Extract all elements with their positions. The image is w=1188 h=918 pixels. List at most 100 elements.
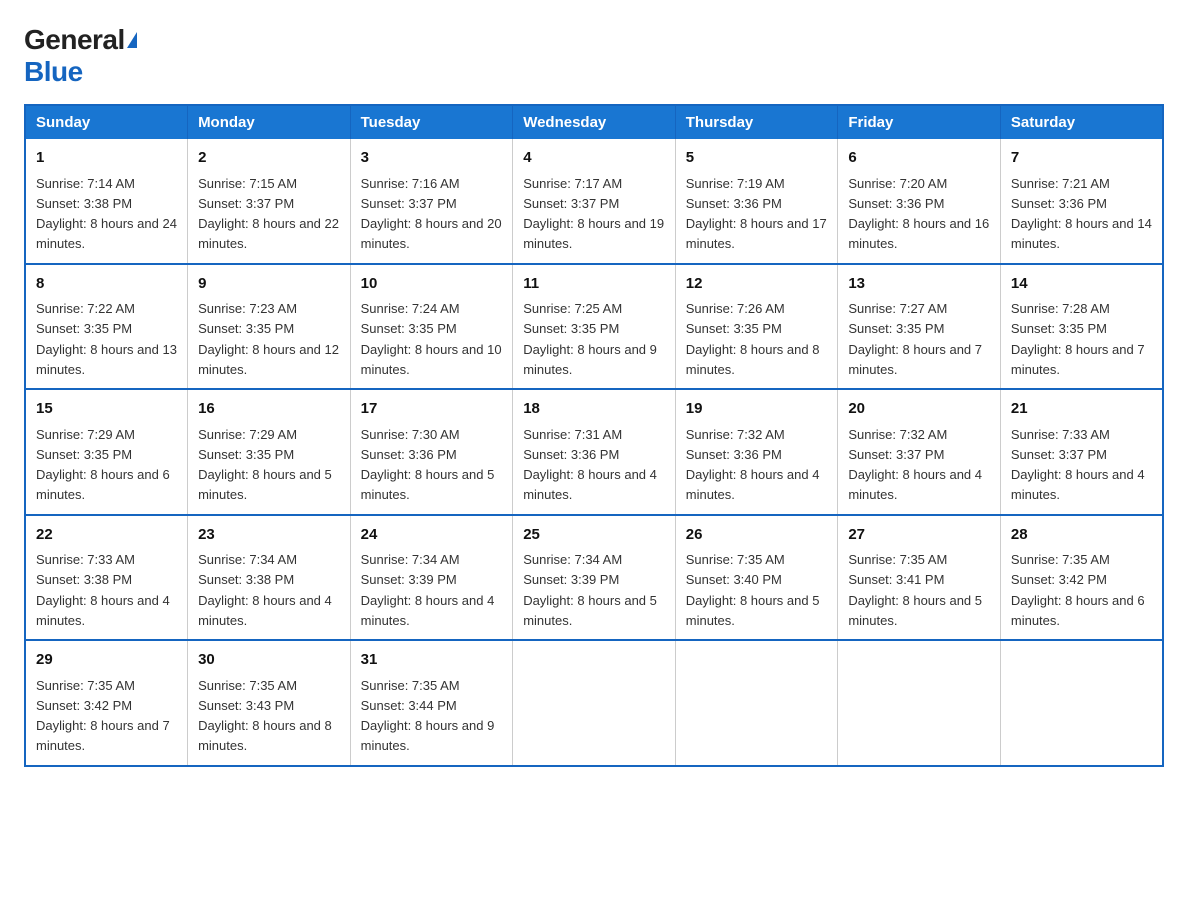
- day-number: 3: [361, 147, 503, 170]
- day-number: 19: [686, 398, 828, 421]
- day-number: 4: [523, 147, 665, 170]
- day-number: 13: [848, 273, 990, 296]
- calendar-cell: 25 Sunrise: 7:34 AMSunset: 3:39 PMDaylig…: [513, 515, 676, 641]
- week-row-5: 29 Sunrise: 7:35 AMSunset: 3:42 PMDaylig…: [25, 640, 1163, 766]
- day-info: Sunrise: 7:15 AMSunset: 3:37 PMDaylight:…: [198, 176, 339, 252]
- day-info: Sunrise: 7:34 AMSunset: 3:38 PMDaylight:…: [198, 552, 332, 628]
- day-info: Sunrise: 7:21 AMSunset: 3:36 PMDaylight:…: [1011, 176, 1152, 252]
- day-number: 20: [848, 398, 990, 421]
- calendar-cell: 19 Sunrise: 7:32 AMSunset: 3:36 PMDaylig…: [675, 389, 838, 515]
- day-info: Sunrise: 7:35 AMSunset: 3:44 PMDaylight:…: [361, 678, 495, 754]
- day-number: 25: [523, 524, 665, 547]
- day-number: 7: [1011, 147, 1152, 170]
- calendar-cell: [1000, 640, 1163, 766]
- calendar-cell: 1 Sunrise: 7:14 AMSunset: 3:38 PMDayligh…: [25, 139, 188, 264]
- day-info: Sunrise: 7:28 AMSunset: 3:35 PMDaylight:…: [1011, 301, 1145, 377]
- calendar-cell: 3 Sunrise: 7:16 AMSunset: 3:37 PMDayligh…: [350, 139, 513, 264]
- day-info: Sunrise: 7:33 AMSunset: 3:38 PMDaylight:…: [36, 552, 170, 628]
- day-info: Sunrise: 7:25 AMSunset: 3:35 PMDaylight:…: [523, 301, 657, 377]
- calendar-cell: 16 Sunrise: 7:29 AMSunset: 3:35 PMDaylig…: [188, 389, 351, 515]
- calendar-cell: 24 Sunrise: 7:34 AMSunset: 3:39 PMDaylig…: [350, 515, 513, 641]
- col-sunday: Sunday: [25, 105, 188, 139]
- calendar-cell: 22 Sunrise: 7:33 AMSunset: 3:38 PMDaylig…: [25, 515, 188, 641]
- day-number: 5: [686, 147, 828, 170]
- day-info: Sunrise: 7:20 AMSunset: 3:36 PMDaylight:…: [848, 176, 989, 252]
- day-info: Sunrise: 7:34 AMSunset: 3:39 PMDaylight:…: [523, 552, 657, 628]
- calendar-cell: 21 Sunrise: 7:33 AMSunset: 3:37 PMDaylig…: [1000, 389, 1163, 515]
- calendar-cell: 23 Sunrise: 7:34 AMSunset: 3:38 PMDaylig…: [188, 515, 351, 641]
- calendar-cell: 7 Sunrise: 7:21 AMSunset: 3:36 PMDayligh…: [1000, 139, 1163, 264]
- day-number: 16: [198, 398, 340, 421]
- calendar-cell: 9 Sunrise: 7:23 AMSunset: 3:35 PMDayligh…: [188, 264, 351, 390]
- day-number: 11: [523, 273, 665, 296]
- calendar-cell: [838, 640, 1001, 766]
- calendar-cell: 13 Sunrise: 7:27 AMSunset: 3:35 PMDaylig…: [838, 264, 1001, 390]
- calendar-cell: 26 Sunrise: 7:35 AMSunset: 3:40 PMDaylig…: [675, 515, 838, 641]
- day-number: 18: [523, 398, 665, 421]
- col-wednesday: Wednesday: [513, 105, 676, 139]
- day-info: Sunrise: 7:19 AMSunset: 3:36 PMDaylight:…: [686, 176, 827, 252]
- day-number: 14: [1011, 273, 1152, 296]
- day-info: Sunrise: 7:27 AMSunset: 3:35 PMDaylight:…: [848, 301, 982, 377]
- calendar-cell: 17 Sunrise: 7:30 AMSunset: 3:36 PMDaylig…: [350, 389, 513, 515]
- day-info: Sunrise: 7:35 AMSunset: 3:42 PMDaylight:…: [1011, 552, 1145, 628]
- week-row-4: 22 Sunrise: 7:33 AMSunset: 3:38 PMDaylig…: [25, 515, 1163, 641]
- day-info: Sunrise: 7:24 AMSunset: 3:35 PMDaylight:…: [361, 301, 502, 377]
- day-info: Sunrise: 7:26 AMSunset: 3:35 PMDaylight:…: [686, 301, 820, 377]
- day-number: 26: [686, 524, 828, 547]
- day-info: Sunrise: 7:14 AMSunset: 3:38 PMDaylight:…: [36, 176, 177, 252]
- day-info: Sunrise: 7:32 AMSunset: 3:37 PMDaylight:…: [848, 427, 982, 503]
- day-number: 21: [1011, 398, 1152, 421]
- day-info: Sunrise: 7:35 AMSunset: 3:41 PMDaylight:…: [848, 552, 982, 628]
- week-row-1: 1 Sunrise: 7:14 AMSunset: 3:38 PMDayligh…: [25, 139, 1163, 264]
- day-number: 28: [1011, 524, 1152, 547]
- calendar-cell: [513, 640, 676, 766]
- day-info: Sunrise: 7:16 AMSunset: 3:37 PMDaylight:…: [361, 176, 502, 252]
- day-number: 29: [36, 649, 177, 672]
- calendar-cell: 5 Sunrise: 7:19 AMSunset: 3:36 PMDayligh…: [675, 139, 838, 264]
- logo-blue-text: Blue: [24, 56, 83, 87]
- day-info: Sunrise: 7:17 AMSunset: 3:37 PMDaylight:…: [523, 176, 664, 252]
- day-number: 17: [361, 398, 503, 421]
- day-number: 27: [848, 524, 990, 547]
- calendar-cell: 12 Sunrise: 7:26 AMSunset: 3:35 PMDaylig…: [675, 264, 838, 390]
- calendar-cell: 10 Sunrise: 7:24 AMSunset: 3:35 PMDaylig…: [350, 264, 513, 390]
- calendar-cell: [675, 640, 838, 766]
- day-info: Sunrise: 7:31 AMSunset: 3:36 PMDaylight:…: [523, 427, 657, 503]
- day-info: Sunrise: 7:33 AMSunset: 3:37 PMDaylight:…: [1011, 427, 1145, 503]
- day-info: Sunrise: 7:35 AMSunset: 3:43 PMDaylight:…: [198, 678, 332, 754]
- col-thursday: Thursday: [675, 105, 838, 139]
- col-tuesday: Tuesday: [350, 105, 513, 139]
- day-number: 10: [361, 273, 503, 296]
- day-info: Sunrise: 7:35 AMSunset: 3:40 PMDaylight:…: [686, 552, 820, 628]
- day-info: Sunrise: 7:35 AMSunset: 3:42 PMDaylight:…: [36, 678, 170, 754]
- calendar-cell: 2 Sunrise: 7:15 AMSunset: 3:37 PMDayligh…: [188, 139, 351, 264]
- day-number: 22: [36, 524, 177, 547]
- calendar-cell: 11 Sunrise: 7:25 AMSunset: 3:35 PMDaylig…: [513, 264, 676, 390]
- day-info: Sunrise: 7:23 AMSunset: 3:35 PMDaylight:…: [198, 301, 339, 377]
- logo-general-text: General: [24, 24, 125, 56]
- calendar-cell: 27 Sunrise: 7:35 AMSunset: 3:41 PMDaylig…: [838, 515, 1001, 641]
- col-friday: Friday: [838, 105, 1001, 139]
- calendar-table: Sunday Monday Tuesday Wednesday Thursday…: [24, 104, 1164, 767]
- calendar-header-row: Sunday Monday Tuesday Wednesday Thursday…: [25, 105, 1163, 139]
- col-saturday: Saturday: [1000, 105, 1163, 139]
- page-header: General Blue: [24, 24, 1164, 88]
- day-number: 2: [198, 147, 340, 170]
- logo: General Blue: [24, 24, 137, 88]
- calendar-cell: 20 Sunrise: 7:32 AMSunset: 3:37 PMDaylig…: [838, 389, 1001, 515]
- col-monday: Monday: [188, 105, 351, 139]
- day-number: 8: [36, 273, 177, 296]
- calendar-cell: 30 Sunrise: 7:35 AMSunset: 3:43 PMDaylig…: [188, 640, 351, 766]
- day-number: 23: [198, 524, 340, 547]
- calendar-cell: 18 Sunrise: 7:31 AMSunset: 3:36 PMDaylig…: [513, 389, 676, 515]
- day-info: Sunrise: 7:32 AMSunset: 3:36 PMDaylight:…: [686, 427, 820, 503]
- day-number: 1: [36, 147, 177, 170]
- day-info: Sunrise: 7:29 AMSunset: 3:35 PMDaylight:…: [36, 427, 170, 503]
- day-number: 24: [361, 524, 503, 547]
- day-number: 15: [36, 398, 177, 421]
- calendar-cell: 8 Sunrise: 7:22 AMSunset: 3:35 PMDayligh…: [25, 264, 188, 390]
- calendar-cell: 29 Sunrise: 7:35 AMSunset: 3:42 PMDaylig…: [25, 640, 188, 766]
- day-info: Sunrise: 7:30 AMSunset: 3:36 PMDaylight:…: [361, 427, 495, 503]
- calendar-cell: 28 Sunrise: 7:35 AMSunset: 3:42 PMDaylig…: [1000, 515, 1163, 641]
